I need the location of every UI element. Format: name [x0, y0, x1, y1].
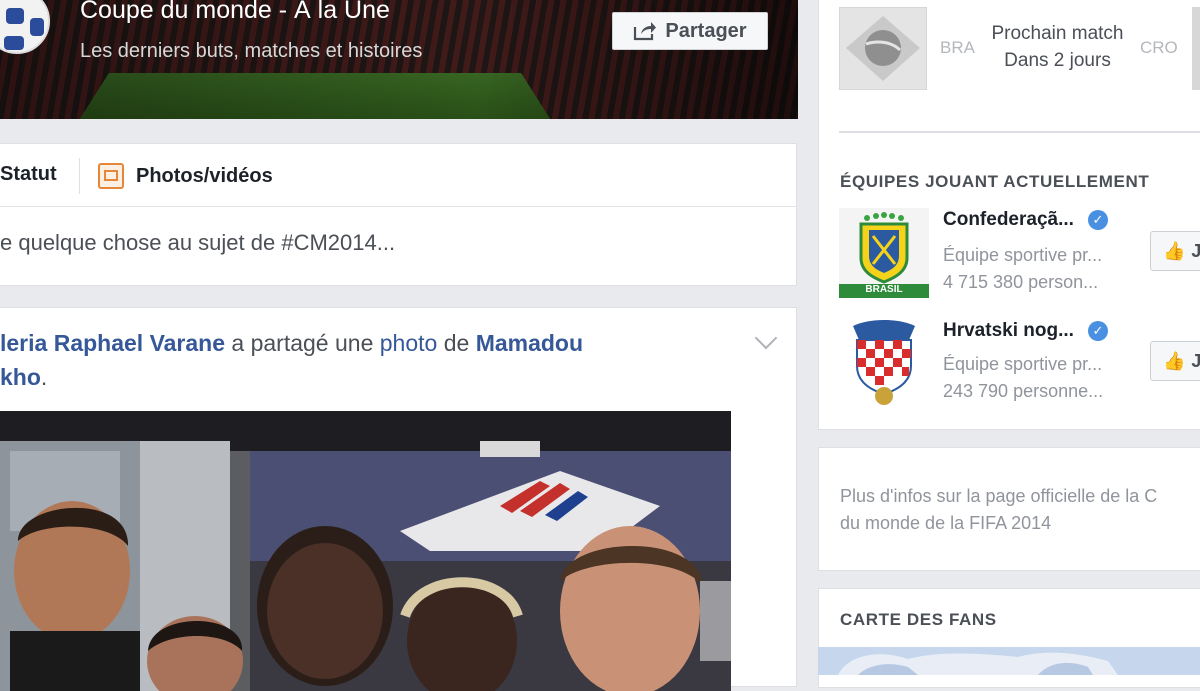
like-button-label: J [1191, 240, 1200, 261]
share-arrow-icon [634, 22, 657, 41]
like-button-label: J [1191, 350, 1200, 371]
post-end: . [40, 364, 48, 390]
post-header: leria Raphael Varane a partagé une photo… [0, 330, 583, 357]
post-owner-link-cont[interactable]: kho [0, 364, 41, 390]
post-header-cont: kho. [0, 364, 47, 391]
verified-badge-icon: ✓ [1087, 210, 1108, 230]
fan-map[interactable] [818, 647, 1200, 675]
info-link-line-2[interactable]: du monde de la FIFA 2014 [840, 509, 1051, 537]
share-button[interactable]: Partager [612, 12, 768, 50]
team-name-croatia[interactable]: Hrvatski nog... [943, 320, 1074, 342]
post-object-link[interactable]: photo [380, 330, 438, 356]
post-owner-link[interactable]: Mamadou [476, 330, 583, 356]
next-match-label: Prochain match [991, 23, 1124, 44]
tab-photos-videos[interactable]: Photos/vidéos [98, 163, 273, 189]
brazil-flag-icon[interactable] [839, 7, 927, 90]
feed-post: leria Raphael Varane a partagé une photo… [0, 307, 797, 691]
next-match-info: Prochain match Dans 2 jours [975, 20, 1140, 74]
status-input[interactable]: e quelque chose au sujet de #CM2014... [0, 230, 395, 256]
croatia-flag-icon[interactable] [1192, 7, 1200, 90]
team-category-croatia: Équipe sportive pr... [943, 354, 1103, 374]
brazil-crest-text: BRASIL [865, 284, 903, 295]
divider [839, 131, 1200, 133]
team-code-right: CRO [1140, 38, 1178, 57]
chevron-down-icon[interactable] [754, 326, 778, 350]
team-name-brazil[interactable]: Confederaçã... [943, 209, 1074, 231]
tab-photos-label: Photos/vidéos [136, 164, 273, 187]
page-title[interactable]: Coupe du monde - À la Une [80, 0, 390, 25]
info-link-line-1[interactable]: Plus d'infos sur la page officielle de l… [840, 482, 1157, 510]
post-photo[interactable] [0, 411, 731, 691]
next-match-when: Dans 2 jours [1004, 50, 1111, 71]
share-button-label: Partager [665, 19, 747, 42]
teams-playing-heading: ÉQUIPES JOUANT ACTUELLEMENT [840, 172, 1150, 191]
fan-map-heading: CARTE DES FANS [840, 610, 997, 629]
page-subtitle: Les derniers buts, matches et histoires [80, 40, 423, 62]
composer: Statut Photos/vidéos e quelque chose au … [0, 143, 797, 286]
team-name-row-1: Confederaçã... ✓ [943, 209, 1108, 231]
tab-status[interactable]: Statut [0, 163, 57, 186]
verified-badge-icon: ✓ [1087, 321, 1108, 341]
croatia-crest-icon[interactable] [839, 316, 929, 406]
post-actor-link[interactable]: leria Raphael Varane [0, 330, 225, 356]
composer-tabs: Statut Photos/vidéos [0, 144, 797, 207]
tab-divider [79, 158, 80, 194]
thumbs-up-icon: 👍 [1163, 350, 1186, 371]
team-name-row-2: Hrvatski nog... ✓ [943, 320, 1108, 342]
team-code-left: BRA [940, 38, 975, 57]
players-photo [0, 411, 731, 691]
like-button-brazil[interactable]: 👍 J [1150, 231, 1200, 271]
thumbs-up-icon: 👍 [1163, 240, 1186, 261]
team-fans-brazil: 4 715 380 person... [943, 272, 1099, 292]
photo-icon [98, 163, 124, 189]
team-fans-croatia: 243 790 personne... [943, 381, 1104, 401]
post-action-text-2: de [437, 330, 476, 356]
post-action-text: a partagé une [225, 330, 380, 356]
team-category-brazil: Équipe sportive pr... [943, 245, 1103, 265]
like-button-croatia[interactable]: 👍 J [1150, 341, 1200, 381]
